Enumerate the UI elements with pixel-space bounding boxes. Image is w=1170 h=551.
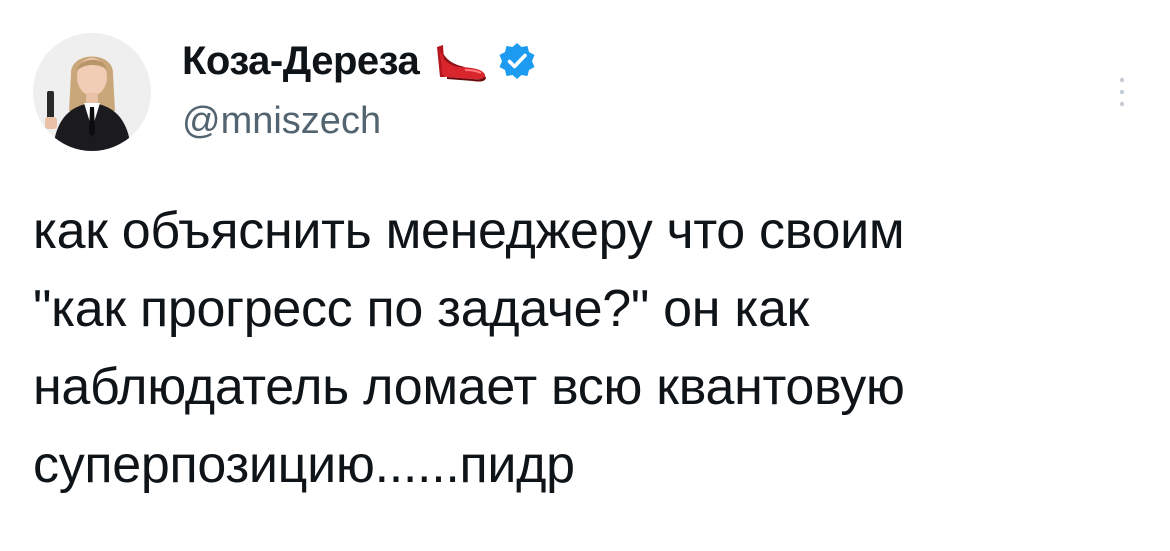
more-vertical-icon[interactable] — [1110, 72, 1134, 112]
tweet-text: как объяснить менеджеру что своим "как п… — [33, 192, 1143, 504]
tweet-text-line: как объяснить менеджеру что своим — [33, 202, 905, 260]
author-display-name[interactable]: Коза-Дереза — [182, 39, 420, 84]
tweet-card: Коза-Дереза @mniszech как объяснить мене… — [0, 0, 1170, 551]
high-heel-shoe-icon — [429, 37, 489, 85]
author-avatar[interactable] — [33, 33, 151, 151]
tweet-text-line: наблюдатель ломает всю квантовую — [33, 358, 905, 416]
tweet-text-line: "как прогресс по задаче?" он как — [33, 280, 810, 338]
author-handle[interactable]: @mniszech — [182, 100, 381, 143]
verified-badge-icon — [497, 41, 537, 81]
author-name-row: Коза-Дереза — [182, 36, 537, 86]
tweet-text-line: суперпозицию......пидр — [33, 436, 575, 494]
avatar-photo — [33, 33, 151, 151]
